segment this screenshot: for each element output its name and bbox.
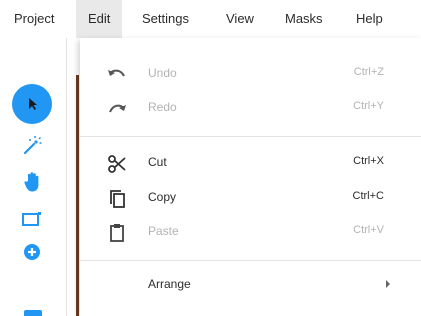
submenu-arrow-icon	[386, 280, 390, 288]
menu-help[interactable]: Help	[356, 11, 383, 26]
menu-item-shortcut: Ctrl+Y	[353, 100, 384, 112]
add-circle-icon	[24, 244, 40, 260]
undo-icon	[106, 64, 128, 86]
menu-item-redo[interactable]: Redo Ctrl+Y	[80, 91, 421, 125]
magic-wand-icon	[23, 136, 42, 155]
menu-item-label: Paste	[148, 224, 179, 238]
menu-view[interactable]: View	[226, 11, 254, 26]
copy-icon	[106, 188, 128, 210]
menu-masks[interactable]: Masks	[285, 11, 323, 26]
add-tool[interactable]	[12, 232, 52, 272]
bounding-box-icon	[22, 210, 41, 226]
hand-tool[interactable]	[12, 162, 52, 202]
pointer-tool[interactable]	[12, 84, 52, 124]
left-toolbar	[0, 38, 68, 316]
menubar: Project Edit Settings View Masks Help	[0, 0, 421, 38]
menu-item-cut[interactable]: Cut Ctrl+X	[80, 146, 421, 180]
menu-item-shortcut: Ctrl+C	[352, 190, 384, 202]
hand-icon	[24, 172, 39, 192]
menu-edit[interactable]: Edit	[76, 0, 123, 38]
edit-dropdown-menu: Undo Ctrl+Z Redo Ctrl+Y Cut Ctrl+X Copy …	[80, 38, 421, 316]
menu-item-shortcut: Ctrl+Z	[353, 66, 384, 78]
canvas-border	[76, 75, 79, 316]
menu-project[interactable]: Project	[14, 11, 54, 26]
menu-separator	[80, 136, 421, 137]
menu-item-label: Redo	[148, 100, 177, 114]
menu-item-label: Arrange	[148, 277, 191, 291]
menu-item-paste[interactable]: Paste Ctrl+V	[80, 215, 421, 249]
scissors-icon	[106, 153, 128, 175]
pointer-icon	[29, 98, 37, 110]
toolbar-divider	[66, 38, 67, 316]
menu-item-label: Cut	[148, 155, 167, 169]
clipboard-icon	[106, 222, 128, 244]
menu-settings[interactable]: Settings	[142, 11, 189, 26]
redo-icon	[106, 98, 128, 120]
menu-item-arrange[interactable]: Arrange	[80, 268, 421, 302]
menu-item-undo[interactable]: Undo Ctrl+Z	[80, 57, 421, 91]
menu-item-shortcut: Ctrl+X	[353, 155, 384, 167]
canvas-edge	[68, 38, 80, 316]
magic-wand-tool[interactable]	[12, 126, 52, 166]
menu-separator	[80, 260, 421, 261]
menu-item-shortcut: Ctrl+V	[353, 224, 384, 236]
menu-item-copy[interactable]: Copy Ctrl+C	[80, 181, 421, 215]
menu-item-label: Undo	[148, 66, 177, 80]
tool-partial[interactable]	[24, 310, 42, 316]
menu-item-label: Copy	[148, 190, 177, 204]
